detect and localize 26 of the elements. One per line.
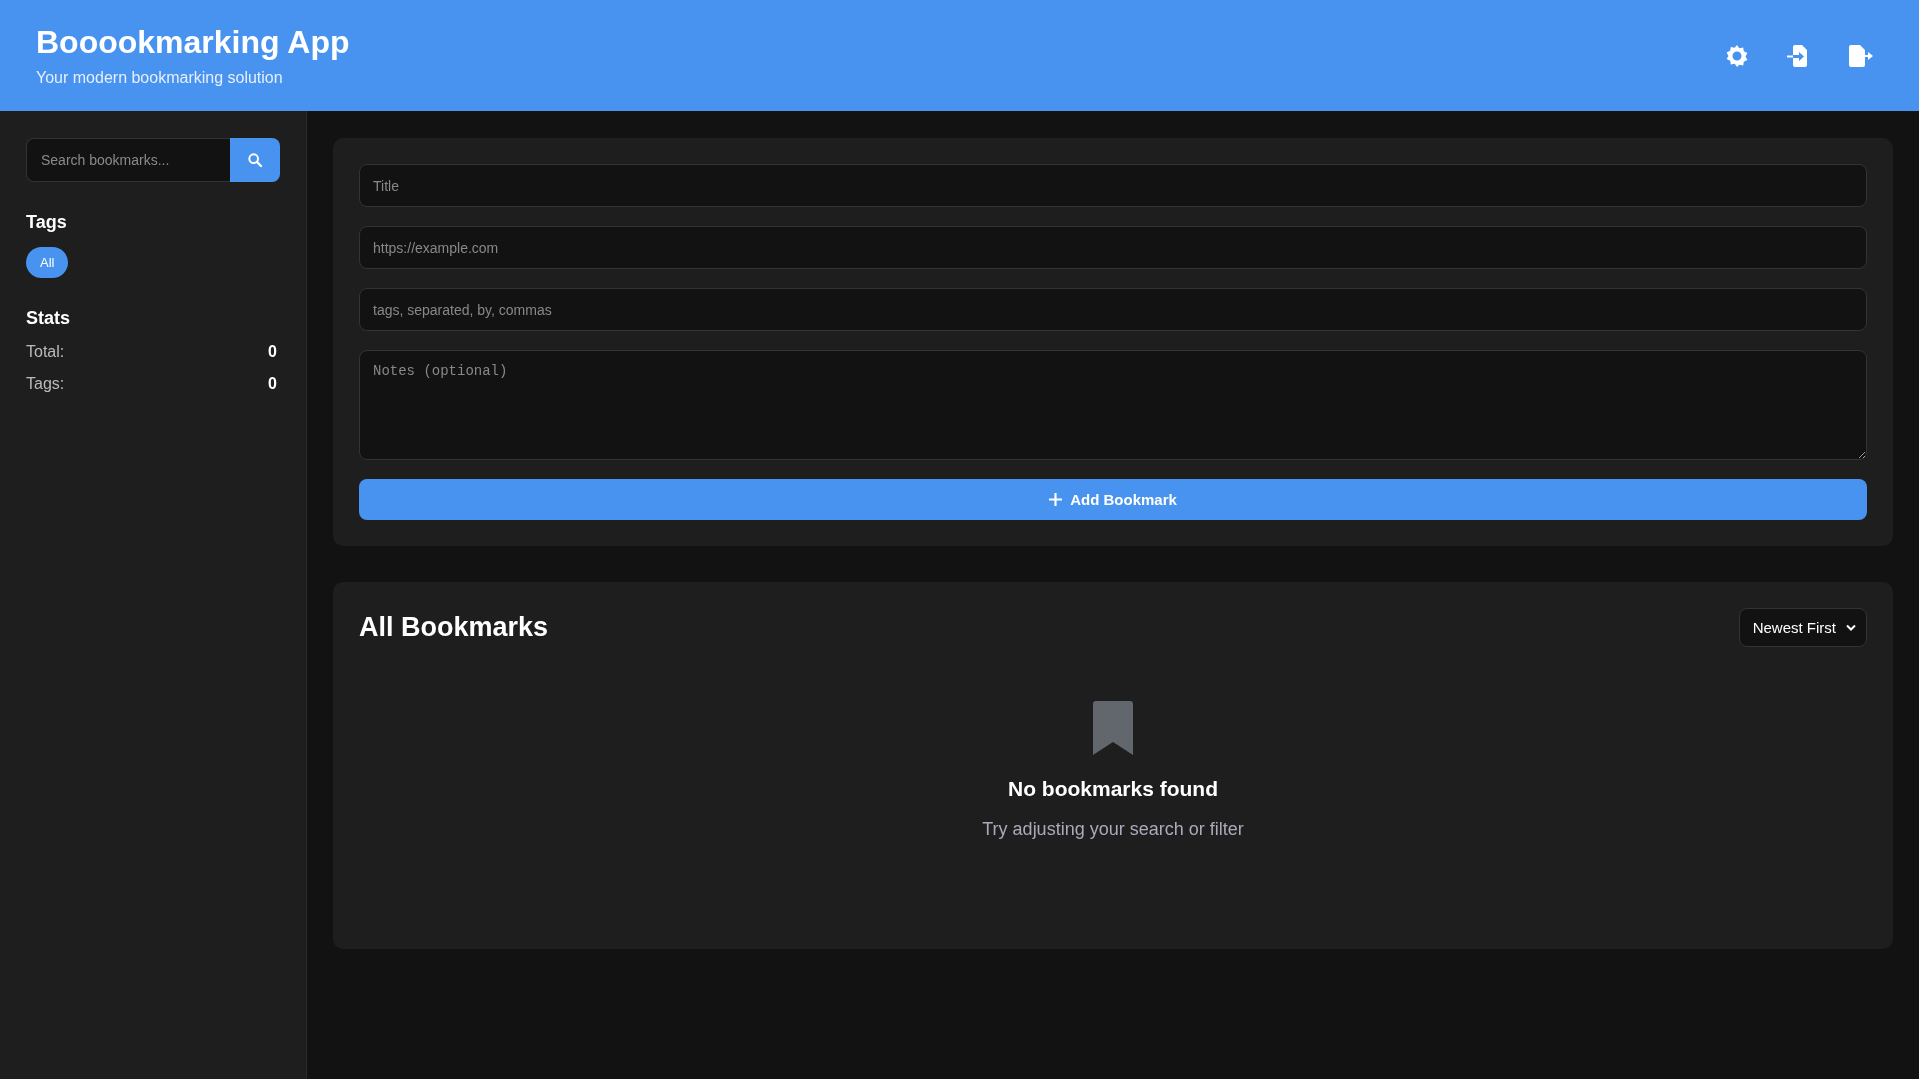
empty-title: No bookmarks found <box>1008 777 1218 801</box>
input-field[interactable]: Title <box>359 164 1867 207</box>
stat-value: 0 <box>268 343 277 361</box>
section-heading: All Bookmarks <box>359 612 549 643</box>
notes-field[interactable]: Notes (optional) <box>359 350 1867 460</box>
export-icon[interactable] <box>1847 43 1875 68</box>
search-button[interactable] <box>230 138 280 182</box>
input-field[interactable]: https://example.com <box>359 226 1867 269</box>
tags-heading: Tags <box>26 212 68 233</box>
search-icon <box>247 152 263 168</box>
search-field[interactable]: Search bookmarks... <box>26 138 230 182</box>
stat-value: 0 <box>268 375 277 393</box>
chevron-icon <box>1846 624 1856 631</box>
app-subtitle: Your modern bookmarking solution <box>36 69 284 87</box>
app-title: Booookmarking App <box>36 24 350 61</box>
add-bookmark-button[interactable]: Add Bookmark <box>359 479 1867 520</box>
plus-icon <box>1049 493 1063 506</box>
tag-chip[interactable]: All <box>26 247 69 278</box>
stat-label: Tags: <box>26 375 65 393</box>
stat-label: Total: <box>26 343 65 361</box>
bookmark-icon <box>1093 701 1133 755</box>
stats-heading: Stats <box>26 308 71 329</box>
empty-text: Try adjusting your search or filter <box>982 819 1244 840</box>
input-field[interactable]: tags, separated, by, commas <box>359 288 1867 331</box>
sort-dropdown[interactable]: Newest First <box>1738 608 1867 647</box>
settings-icon[interactable] <box>1725 43 1749 68</box>
